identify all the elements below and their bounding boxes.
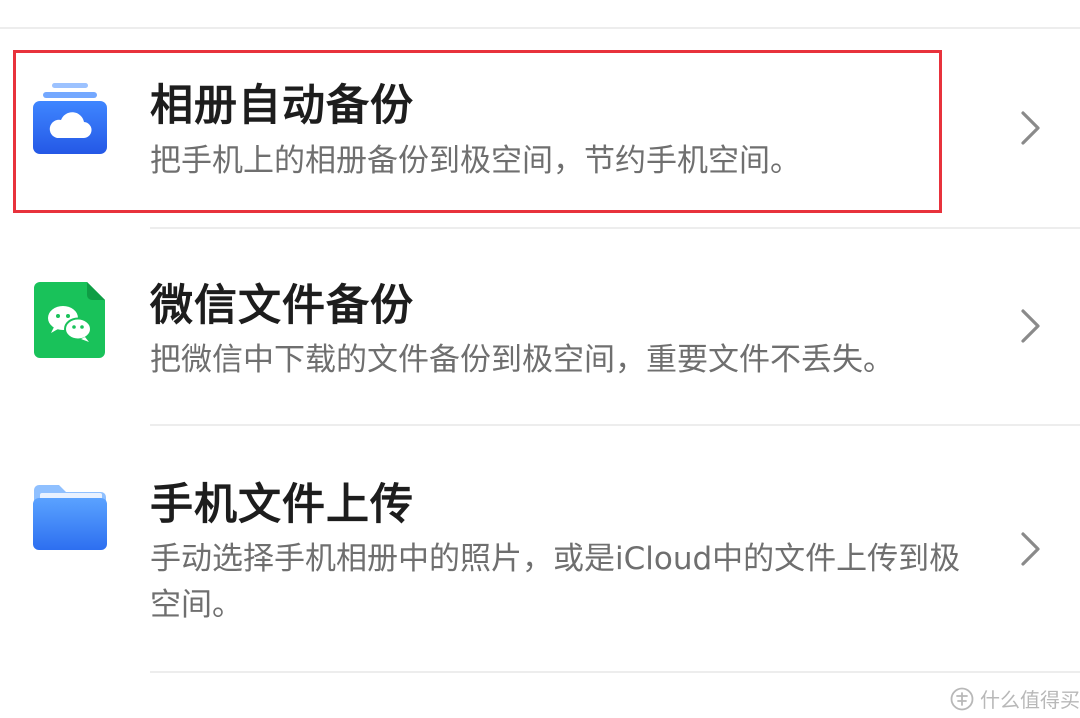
watermark: 什么值得买 — [950, 684, 1080, 713]
chevron-right-icon — [1021, 309, 1040, 343]
zhi-logo-icon — [950, 687, 974, 710]
item-description: 把手机上的相册备份到极空间，节约手机空间。 — [150, 143, 801, 179]
album-auto-backup-item[interactable]: 相册自动备份 把手机上的相册备份到极空间，节约手机空间。 — [0, 29, 1080, 227]
item-title: 微信文件备份 — [150, 281, 414, 331]
item-title: 相册自动备份 — [150, 81, 414, 131]
item-description: 手动选择手机相册中的照片，或是iCloud中的文件上传到极空间。 — [150, 541, 961, 623]
item-description: 把微信中下载的文件备份到极空间，重要文件不丢失。 — [150, 342, 894, 378]
wechat-file-icon — [34, 282, 105, 358]
row-divider — [150, 671, 1080, 673]
watermark-text: 什么值得买 — [980, 688, 1080, 712]
phone-file-upload-item[interactable]: 手机文件上传 手动选择手机相册中的照片，或是iCloud中的文件上传到极空间。 — [0, 426, 1080, 671]
backup-options-screen: 相册自动备份 把手机上的相册备份到极空间，节约手机空间。 微信文件备份 把微信中… — [0, 0, 1080, 718]
wechat-file-backup-item[interactable]: 微信文件备份 把微信中下载的文件备份到极空间，重要文件不丢失。 — [0, 229, 1080, 424]
folder-icon — [33, 485, 107, 550]
item-title: 手机文件上传 — [150, 480, 414, 530]
chevron-right-icon — [1021, 532, 1040, 566]
chevron-right-icon — [1021, 111, 1040, 145]
cloud-album-icon — [33, 83, 107, 154]
